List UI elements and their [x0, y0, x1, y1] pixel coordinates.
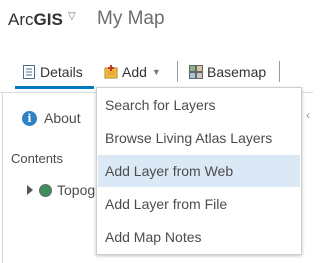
details-active-indicator	[15, 86, 94, 89]
map-toolbar: Details Add ▼ Basemap	[0, 48, 313, 90]
layer-row-topographic[interactable]: Topog	[27, 182, 95, 198]
map-title: My Map	[97, 8, 165, 29]
add-layer-icon	[104, 65, 118, 79]
about-button[interactable]: i About	[22, 110, 81, 126]
layer-label: Topog	[57, 182, 96, 198]
basemap-grid-icon	[189, 65, 203, 79]
info-icon: i	[22, 110, 37, 126]
basemap-button[interactable]: Basemap	[189, 62, 266, 82]
about-label: About	[44, 110, 81, 126]
app-header: ArcGIS ▽ My Map	[0, 0, 313, 42]
collapse-panel-chevron-icon[interactable]: ‹	[306, 108, 310, 122]
panel-left-border	[2, 92, 3, 263]
toolbar-divider	[177, 61, 178, 82]
document-icon	[22, 65, 36, 79]
globe-icon	[39, 183, 52, 197]
add-label: Add	[122, 64, 147, 80]
menu-item-add-map-notes[interactable]: Add Map Notes	[98, 221, 300, 253]
menu-item-add-layer-from-web[interactable]: Add Layer from Web	[98, 155, 300, 187]
brand-light: Arc	[8, 10, 34, 29]
add-button[interactable]: Add ▼	[104, 62, 161, 82]
toolbar-divider	[279, 61, 280, 82]
menu-item-add-layer-from-file[interactable]: Add Layer from File	[98, 188, 300, 220]
menu-item-browse-living-atlas[interactable]: Browse Living Atlas Layers	[98, 122, 300, 154]
arcgis-brand[interactable]: ArcGIS	[8, 10, 63, 30]
add-dropdown-caret-icon: ▼	[151, 67, 161, 77]
basemap-label: Basemap	[207, 64, 267, 80]
add-dropdown-menu: Search for Layers Browse Living Atlas La…	[96, 87, 302, 255]
details-label: Details	[40, 64, 83, 80]
brand-bold: GIS	[33, 10, 63, 29]
expand-arrow-icon[interactable]	[27, 185, 33, 195]
brand-menu-caret-icon[interactable]: ▽	[68, 11, 76, 22]
details-button[interactable]: Details	[22, 62, 83, 82]
contents-heading: Contents	[11, 151, 64, 166]
menu-item-search-for-layers[interactable]: Search for Layers	[98, 89, 300, 121]
